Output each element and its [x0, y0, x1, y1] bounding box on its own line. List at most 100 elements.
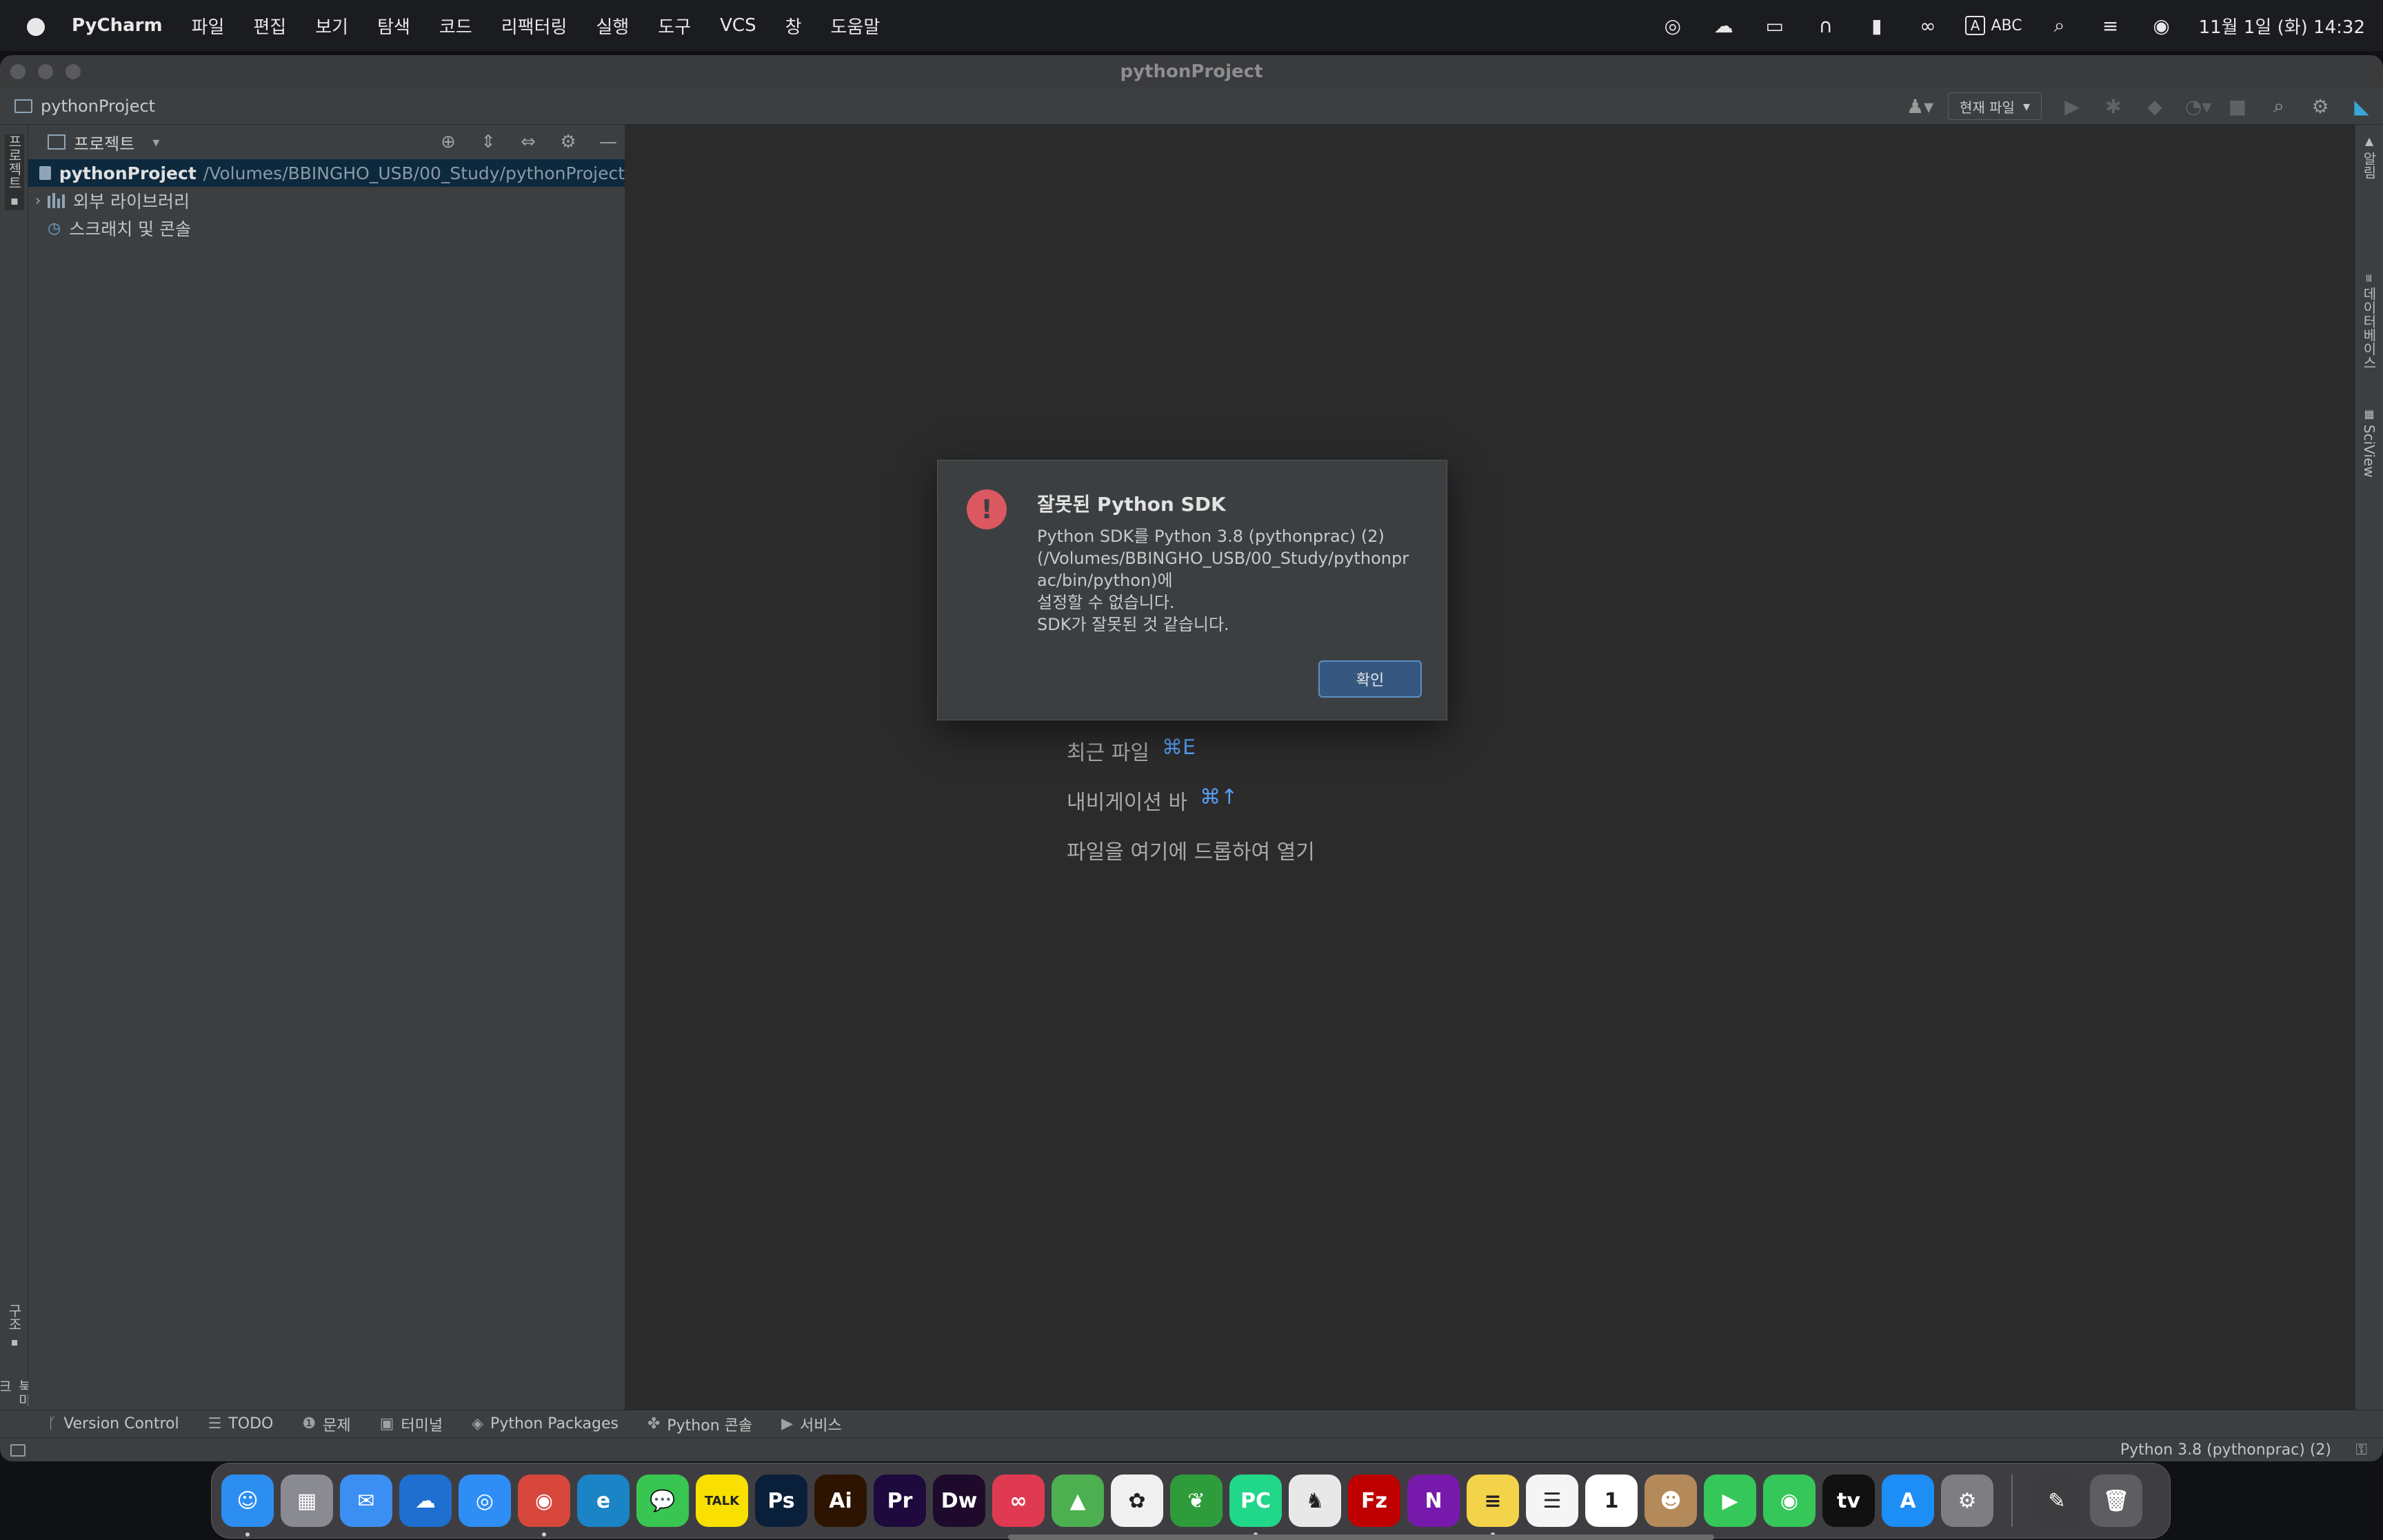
project-panel-title[interactable]: 프로젝트	[74, 130, 134, 154]
lock-icon[interactable]: ⚿	[2355, 1441, 2367, 1459]
search-everywhere-icon[interactable]: ⌕	[2268, 94, 2290, 118]
debug-icon[interactable]: ✱	[2102, 95, 2124, 118]
chevron-right-icon[interactable]: ›	[28, 192, 48, 210]
profile-icon[interactable]: ◔▾	[2185, 95, 2212, 118]
clock[interactable]: 11월 1일 (화) 14:32	[2199, 13, 2365, 39]
dock-chrome-icon[interactable]: ◉	[518, 1475, 570, 1537]
coverage-icon[interactable]: ◆	[2144, 95, 2166, 118]
ok-button[interactable]: 확인	[1318, 660, 1422, 698]
link-icon[interactable]: ∞	[1914, 14, 1942, 37]
dock-apple-tv-icon[interactable]: tv	[1822, 1475, 1875, 1527]
menu-edit[interactable]: 편집	[253, 13, 286, 39]
menu-run[interactable]: 실행	[596, 13, 629, 39]
tab-version-control[interactable]: ᚴ Version Control	[48, 1415, 179, 1432]
dock-app-store-icon[interactable]: A	[1882, 1475, 1934, 1527]
dock-notes-icon[interactable]: ≡	[1467, 1475, 1519, 1537]
view-mode-dropdown-icon[interactable]: ▾	[152, 134, 159, 150]
breadcrumb[interactable]: pythonProject	[14, 97, 155, 116]
collapse-all-icon[interactable]: ⇔	[519, 132, 538, 152]
menu-vcs[interactable]: VCS	[720, 15, 756, 36]
run-configuration-select[interactable]: 현재 파일 ▾	[1947, 92, 2042, 120]
dock-photos-icon[interactable]: ✿	[1111, 1475, 1163, 1527]
tree-row-project-root[interactable]: pythonProject /Volumes/BBINGHO_USB/00_St…	[28, 159, 625, 187]
tab-sciview[interactable]: ▦ SciView	[2360, 407, 2379, 490]
dock-dreamweaver-icon[interactable]: Dw	[933, 1475, 985, 1527]
tab-todo[interactable]: ☰ TODO	[208, 1415, 274, 1432]
minimize-window-button[interactable]	[38, 64, 53, 79]
dock-filezilla-icon[interactable]: Fz	[1348, 1475, 1400, 1527]
tab-project[interactable]: 프로젝트 ▪	[5, 134, 24, 210]
options-gear-icon[interactable]: ⚙	[559, 132, 578, 152]
dock-safari-icon[interactable]: ◎	[459, 1475, 511, 1527]
hide-panel-icon[interactable]: —	[599, 132, 618, 152]
dock-pycharm-icon[interactable]: PC	[1229, 1475, 1282, 1537]
tree-row-scratches[interactable]: ◷ 스크래치 및 콘솔	[28, 214, 625, 242]
expand-all-icon[interactable]: ⇕	[479, 132, 498, 152]
screen-mirroring-icon[interactable]: ▭	[1761, 14, 1789, 37]
dock-sequel-icon[interactable]: ♞	[1289, 1475, 1341, 1527]
tab-python-console[interactable]: ✤ Python 콘솔	[647, 1413, 752, 1435]
menu-help[interactable]: 도움말	[831, 13, 881, 39]
dock-onedrive-icon[interactable]: ☁	[399, 1475, 452, 1527]
code-with-me-icon[interactable]: ◣	[2351, 95, 2373, 118]
dock-calendar-icon[interactable]: 1	[1585, 1475, 1638, 1527]
locate-file-icon[interactable]: ⊕	[439, 132, 458, 152]
creative-cloud-status-icon[interactable]: ◎	[1659, 14, 1687, 37]
dock-illustrator-icon[interactable]: Ai	[814, 1475, 867, 1527]
menu-tools[interactable]: 도구	[658, 13, 691, 39]
dock-contacts-icon[interactable]: ☻	[1645, 1475, 1697, 1527]
dock-finder-icon[interactable]: ☺	[221, 1475, 274, 1537]
editor-area[interactable]: 최근 파일 ⌘E 내비게이션 바 ⌘↑ 파일을 여기에 드롭하여 열기	[625, 125, 2356, 1410]
account-icon[interactable]: ♟▾	[1907, 95, 1933, 118]
menu-file[interactable]: 파일	[192, 13, 225, 39]
dock-launchpad-icon[interactable]: ▦	[281, 1475, 333, 1527]
toggle-tool-windows-icon[interactable]	[10, 1443, 26, 1457]
dock-creative-cloud-icon[interactable]: ∞	[992, 1475, 1045, 1527]
dock-onenote-icon[interactable]: N	[1407, 1475, 1460, 1527]
dock-mail-icon[interactable]: ✉	[340, 1475, 392, 1527]
dock-find-my-icon[interactable]: ◉	[1763, 1475, 1816, 1527]
apple-menu-icon[interactable]: ●	[0, 12, 72, 39]
menu-code[interactable]: 코드	[439, 13, 472, 39]
dock-facetime-icon[interactable]: ▶	[1704, 1475, 1756, 1527]
dock-system-settings-icon[interactable]: ⚙	[1941, 1475, 1993, 1527]
input-source[interactable]: A ABC	[1964, 16, 2022, 35]
app-menu[interactable]: PyCharm	[72, 15, 163, 36]
tab-problems[interactable]: ❶ 문제	[302, 1413, 350, 1435]
dock-trash-icon[interactable]: 🗑	[2090, 1475, 2142, 1527]
menu-view[interactable]: 보기	[315, 13, 348, 39]
battery-icon[interactable]: ▮	[1863, 14, 1891, 37]
dock-reminders-icon[interactable]: ☰	[1526, 1475, 1578, 1527]
dock-kakaotalk-icon[interactable]: TALK	[696, 1475, 748, 1527]
spotlight-search-icon[interactable]: ⌕	[2046, 14, 2073, 37]
tree-row-external-libraries[interactable]: › 외부 라이브러리	[28, 187, 625, 214]
menu-refactor[interactable]: 리팩터링	[501, 13, 567, 39]
airpods-icon[interactable]: ∩	[1812, 14, 1840, 37]
tab-structure[interactable]: 구조 ▪	[5, 1304, 24, 1359]
menu-window[interactable]: 창	[785, 13, 802, 39]
interpreter-selector[interactable]: Python 3.8 (pythonprac) (2)	[2120, 1441, 2331, 1459]
dock-edge-icon[interactable]: e	[577, 1475, 630, 1527]
tab-python-packages[interactable]: ◈ Python Packages	[472, 1415, 619, 1432]
dock-pen-app-icon[interactable]: ✎	[2031, 1475, 2083, 1527]
tab-services[interactable]: ▶ 서비스	[781, 1413, 842, 1435]
tab-terminal[interactable]: ▣ 터미널	[380, 1413, 443, 1435]
menu-navigate[interactable]: 탐색	[377, 13, 410, 39]
dock-maps-icon[interactable]: ▲	[1052, 1475, 1104, 1527]
problems-icon: ❶	[302, 1415, 316, 1432]
dock-premiere-icon[interactable]: Pr	[874, 1475, 926, 1527]
dock-photoshop-icon[interactable]: Ps	[755, 1475, 807, 1527]
run-icon[interactable]: ▶	[2061, 95, 2083, 118]
tab-notifications[interactable]: ▲ 알림	[2360, 134, 2379, 190]
dock-messages-icon[interactable]: 💬	[636, 1475, 689, 1527]
close-window-button[interactable]	[10, 64, 26, 79]
cloud-status-icon[interactable]: ☁	[1710, 14, 1738, 37]
hint-navigation-bar-label: 내비게이션 바	[1067, 791, 1188, 815]
dock-leaf-app-icon[interactable]: ❦	[1170, 1475, 1223, 1527]
control-center-icon[interactable]: ≡	[2097, 14, 2124, 37]
siri-icon[interactable]: ◉	[2148, 14, 2175, 37]
tab-database[interactable]: ≡ 데이터베이스	[2360, 274, 2379, 377]
zoom-window-button[interactable]	[66, 64, 81, 79]
stop-icon[interactable]: ■	[2226, 95, 2249, 118]
settings-gear-icon[interactable]: ⚙	[2309, 95, 2331, 118]
